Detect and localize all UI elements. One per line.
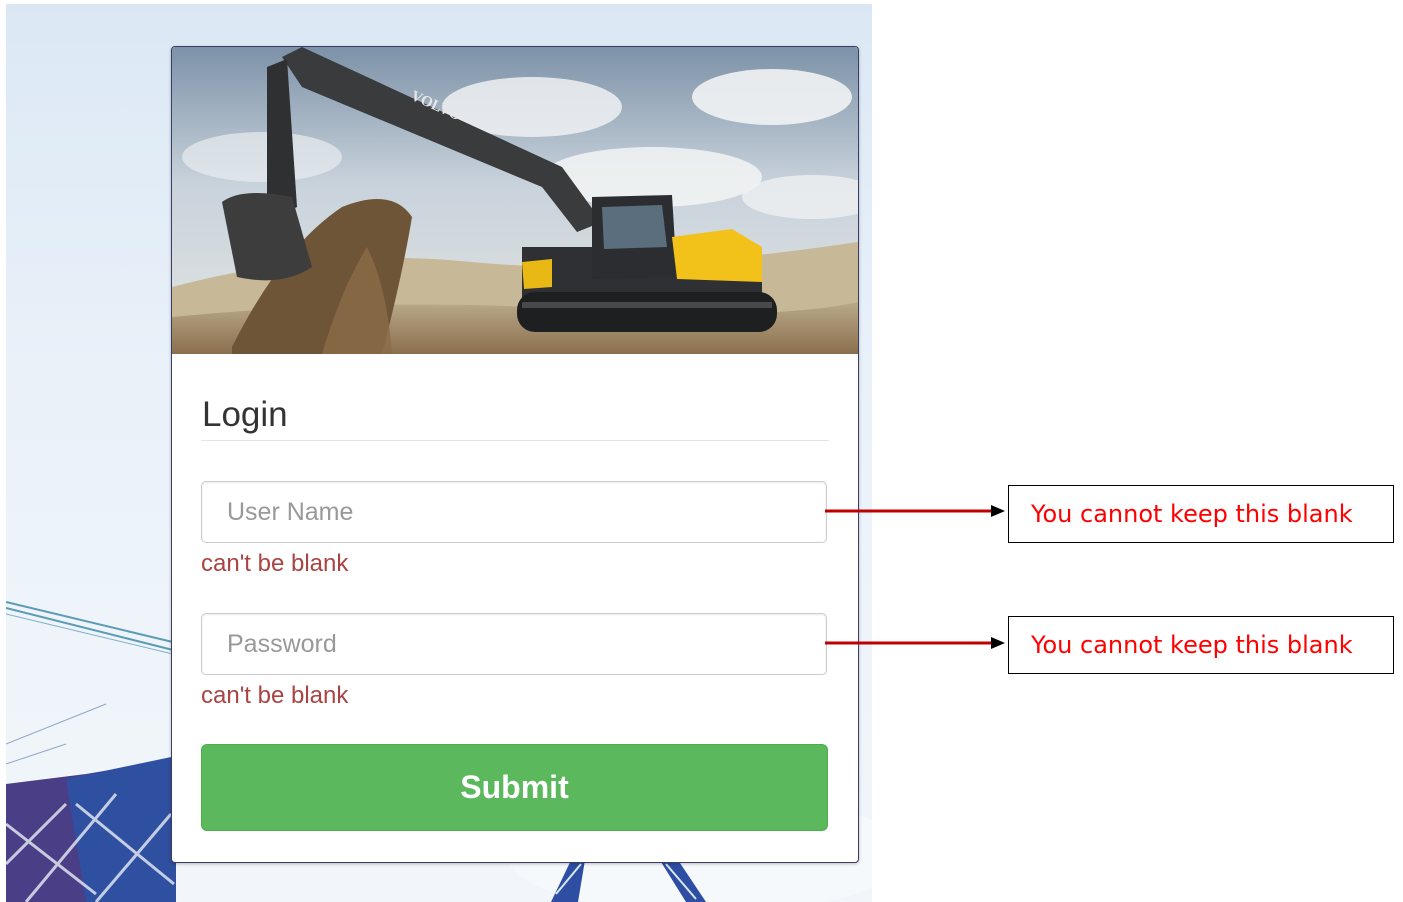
excavator-hero-image: VOLVO <box>172 47 858 354</box>
password-error-text: can't be blank <box>201 682 349 709</box>
arrow-to-callout-2 <box>825 637 1005 649</box>
username-error-text: can't be blank <box>201 550 349 577</box>
annotation-callout-username: You cannot keep this blank <box>1008 485 1394 543</box>
login-title: Login <box>202 395 288 434</box>
submit-button[interactable]: Submit <box>201 744 828 831</box>
username-field[interactable] <box>201 481 827 543</box>
username-input[interactable] <box>202 482 826 542</box>
login-card: VOLVO Login can't be blank can't be blan… <box>171 46 859 863</box>
annotation-callout-password: You cannot keep this blank <box>1008 616 1394 674</box>
password-field[interactable] <box>201 613 827 675</box>
title-divider <box>201 440 829 441</box>
password-input[interactable] <box>202 614 826 674</box>
arrow-to-callout-1 <box>825 505 1005 517</box>
